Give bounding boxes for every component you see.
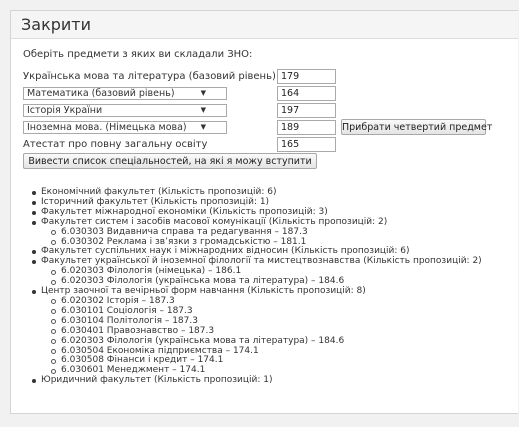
chevron-down-icon: ▼	[200, 106, 206, 114]
ukrainian-subject-label: Українська мова та література (базовий р…	[23, 71, 276, 82]
subject-score-input-4[interactable]	[277, 120, 336, 135]
subject-select-3-value: Історія України	[27, 105, 103, 116]
subject-select-2[interactable]: Математика (базовий рівень) ▼	[23, 87, 227, 100]
subject-select-4-value: Іноземна мова. (Німецька мова)	[27, 122, 187, 133]
instruction-text: Оберіть предмети з яких ви складали ЗНО:	[23, 49, 253, 60]
chevron-down-icon: ▼	[200, 123, 206, 131]
zno-panel: Закрити Оберіть предмети з яких ви склад…	[10, 10, 518, 414]
specialty-item: 6.020303 Філологія (українська мова та л…	[31, 336, 482, 347]
show-specialties-button[interactable]: Вивести список спеціальностей, на які я …	[23, 153, 317, 169]
subject-select-4[interactable]: Іноземна мова. (Німецька мова) ▼	[23, 121, 227, 134]
chevron-down-icon: ▼	[200, 89, 206, 97]
ukrainian-score-input[interactable]	[277, 69, 336, 84]
remove-fourth-subject-button[interactable]: Прибрати четвертий предмет	[341, 119, 492, 135]
faculty-item: Юридичний факультет (Кількість пропозиці…	[31, 375, 482, 386]
certificate-label: Атестат про повну загальну освіту	[23, 139, 208, 150]
certificate-score-input[interactable]	[277, 137, 336, 152]
faculty-list: Економічний факультет (Кількість пропози…	[31, 187, 482, 386]
subject-score-input-3[interactable]	[277, 103, 336, 118]
results-list: Економічний факультет (Кількість пропози…	[31, 187, 482, 386]
subject-select-2-value: Математика (базовий рівень)	[27, 88, 175, 99]
subject-select-3[interactable]: Історія України ▼	[23, 104, 227, 117]
subject-score-input-2[interactable]	[277, 86, 336, 101]
close-link[interactable]: Закрити	[21, 15, 91, 34]
